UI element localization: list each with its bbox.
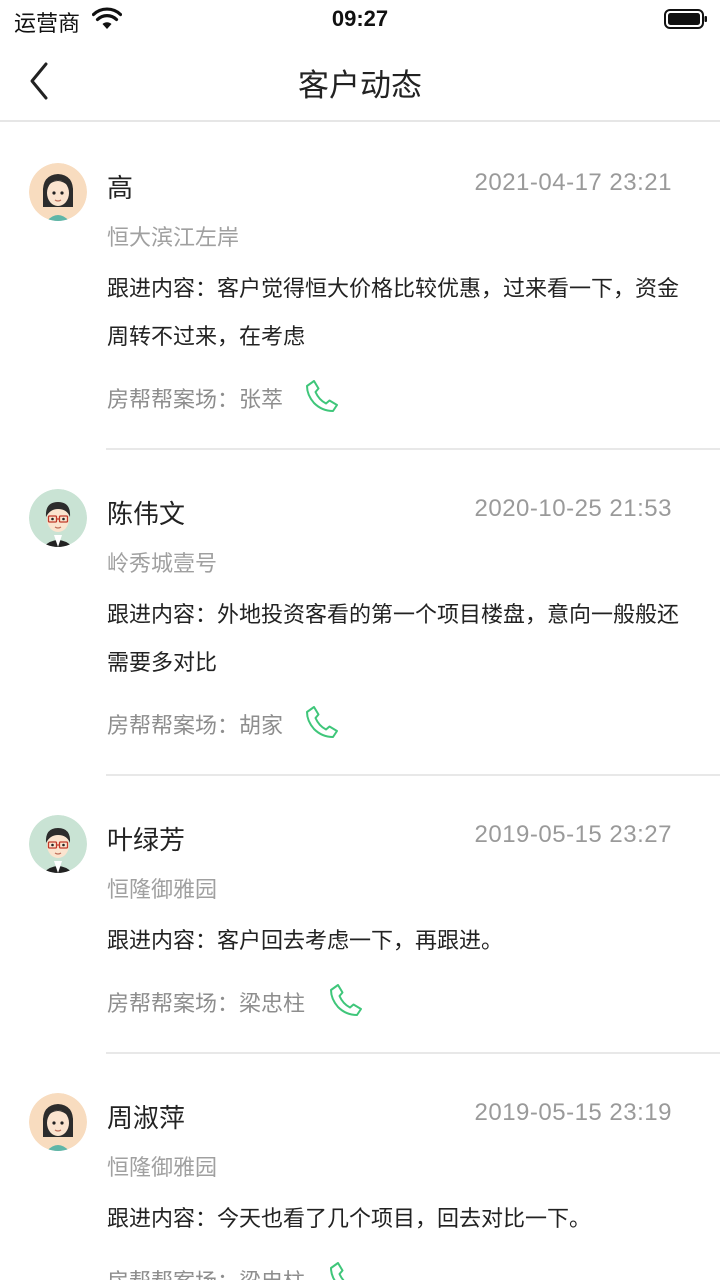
follow-up-date: 2019-05-15 23:27 xyxy=(474,821,672,848)
agent-info: 房帮帮案场：张萃 xyxy=(107,388,284,413)
follow-up-date: 2019-05-15 23:19 xyxy=(474,1099,672,1126)
phone-icon[interactable] xyxy=(328,1260,364,1280)
follow-up-date: 2021-04-17 23:21 xyxy=(474,169,672,196)
project-name: 岭秀城壹号 xyxy=(107,552,218,577)
project-name: 恒大滨江左岸 xyxy=(107,226,240,251)
phone-icon[interactable] xyxy=(304,378,340,414)
follow-up-content: 跟进内容：外地投资客看的第一个项目楼盘，意向一般般还需要多对比 xyxy=(107,603,680,676)
status-bar: 运营商 09:27 xyxy=(0,0,720,40)
follow-up-date: 2020-10-25 21:53 xyxy=(474,495,672,522)
agent-info: 房帮帮案场：梁忠柱 xyxy=(107,992,306,1017)
agent-info: 房帮帮案场：胡家 xyxy=(107,714,284,739)
feed-entry[interactable]: 周淑萍 2019-05-15 23:19 恒隆御雅园 跟进内容：今天也看了几个项… xyxy=(0,1054,720,1280)
customer-name: 高 xyxy=(107,174,134,204)
feed-entry[interactable]: 叶绿芳 2019-05-15 23:27 恒隆御雅园 跟进内容：客户回去考虑一下… xyxy=(0,776,720,1054)
battery-icon xyxy=(664,9,707,29)
clock: 09:27 xyxy=(331,6,389,31)
project-name: 恒隆御雅园 xyxy=(107,1156,218,1181)
follow-up-content: 跟进内容：客户觉得恒大价格比较优惠，过来看一下，资金周转不过来，在考虑 xyxy=(107,277,680,350)
male-avatar-icon xyxy=(29,815,87,873)
feed-entry[interactable]: 陈伟文 2020-10-25 21:53 岭秀城壹号 跟进内容：外地投资客看的第… xyxy=(0,450,720,776)
female-avatar-icon xyxy=(29,1093,87,1151)
feed-entry[interactable]: 高 2021-04-17 23:21 恒大滨江左岸 跟进内容：客户觉得恒大价格比… xyxy=(0,124,720,450)
phone-icon[interactable] xyxy=(304,704,340,740)
agent-info: 房帮帮案场：梁忠柱 xyxy=(107,1264,305,1280)
phone-icon[interactable] xyxy=(328,982,364,1018)
customer-name: 周淑萍 xyxy=(107,1104,186,1134)
customer-name: 陈伟文 xyxy=(107,500,186,530)
page-title: 客户动态 xyxy=(298,68,422,104)
project-name: 恒隆御雅园 xyxy=(107,878,218,903)
follow-up-content: 跟进内容：今天也看了几个项目，回去对比一下。 xyxy=(107,1207,592,1232)
nav-bar: 客户动态 xyxy=(0,40,720,122)
customer-name: 叶绿芳 xyxy=(107,826,186,856)
male-avatar-icon xyxy=(29,489,87,547)
female-avatar-icon xyxy=(29,163,87,221)
follow-up-content: 跟进内容：客户回去考虑一下，再跟进。 xyxy=(107,929,504,954)
